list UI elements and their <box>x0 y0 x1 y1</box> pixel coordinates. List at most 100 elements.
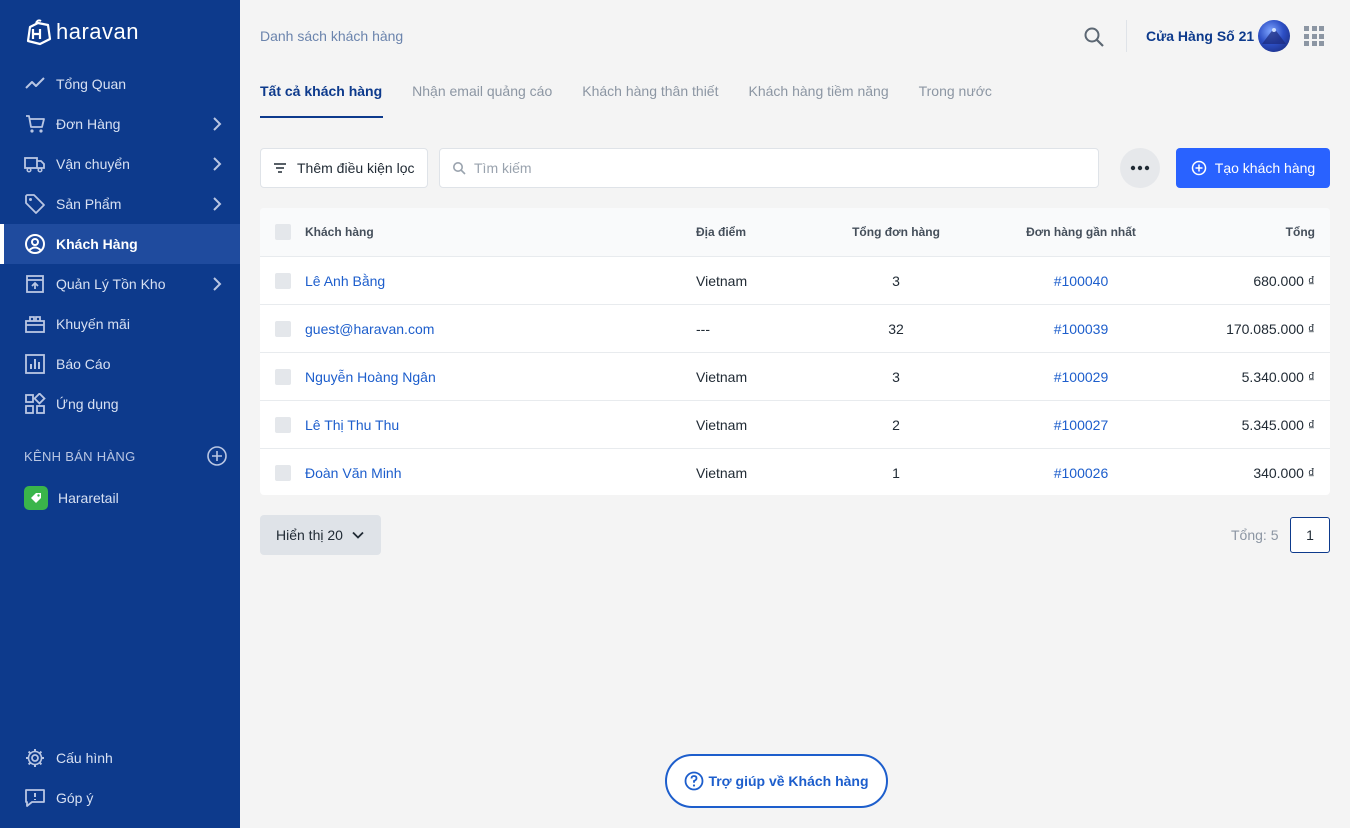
customer-help-button[interactable]: Trợ giúp về Khách hàng <box>665 754 888 808</box>
customer-name-link[interactable]: Lê Thị Thu Thu <box>305 401 399 449</box>
sidebar-item-label: Tổng Quan <box>56 76 127 92</box>
sidebar-item-customers[interactable]: Khách Hàng <box>0 224 240 264</box>
customer-location: Vietnam <box>696 369 748 385</box>
tab-all-customers[interactable]: Tất cả khách hàng <box>260 80 384 118</box>
tab-domestic[interactable]: Trong nước <box>919 80 992 118</box>
user-circle-icon <box>24 233 46 255</box>
row-checkbox[interactable] <box>275 369 291 385</box>
page-size-select[interactable]: Hiển thị 20 <box>260 515 381 555</box>
search-icon <box>453 162 466 175</box>
customer-location: Vietnam <box>696 273 748 289</box>
customer-name-link[interactable]: guest@haravan.com <box>305 305 434 353</box>
customer-name-link[interactable]: Nguyễn Hoàng Ngân <box>305 353 436 401</box>
sidebar-item-products[interactable]: Sản Phẩm <box>0 184 240 224</box>
search-icon[interactable] <box>1082 25 1106 49</box>
page-title: Danh sách khách hàng <box>260 28 404 44</box>
customer-name-link[interactable]: Lê Anh Bằng <box>305 257 385 305</box>
select-all-checkbox[interactable] <box>275 224 291 240</box>
report-icon <box>24 353 46 375</box>
column-header-order-count[interactable]: Tổng đơn hàng <box>820 208 972 256</box>
haravan-logo-icon <box>26 19 52 46</box>
brand-name: haravan <box>56 19 140 44</box>
avatar[interactable] <box>1258 20 1290 52</box>
feedback-icon <box>24 787 46 809</box>
sidebar-item-apps[interactable]: Ứng dụng <box>0 384 240 424</box>
table-row[interactable]: Lê Anh Bằng Vietnam 3 #100040 680.000 ₫ <box>260 256 1330 304</box>
gear-icon <box>24 747 46 769</box>
customer-location: Vietnam <box>696 465 748 481</box>
sidebar-item-label: Góp ý <box>56 790 94 806</box>
sidebar-item-label: Khách Hàng <box>56 236 138 252</box>
customer-name-link[interactable]: Đoàn Văn Minh <box>305 449 402 495</box>
last-order-link[interactable]: #100027 <box>1010 401 1152 449</box>
last-order-link[interactable]: #100039 <box>1010 305 1152 353</box>
more-actions-button[interactable] <box>1120 148 1160 188</box>
inventory-box-icon <box>24 273 46 295</box>
sidebar-item-overview[interactable]: Tổng Quan <box>0 64 240 104</box>
customer-total: 5.340.000 ₫ <box>1241 369 1315 385</box>
chevron-down-icon <box>352 531 364 539</box>
column-header-total[interactable]: Tổng <box>1286 208 1315 256</box>
channel-item-hararetail[interactable]: Hararetail <box>24 486 119 510</box>
table-row[interactable]: guest@haravan.com --- 32 #100039 170.085… <box>260 304 1330 352</box>
column-header-location[interactable]: Địa điểm <box>696 208 746 256</box>
customer-order-count: 3 <box>892 369 900 385</box>
add-channel-icon[interactable] <box>206 445 228 467</box>
sidebar-item-label: Ứng dụng <box>56 396 119 412</box>
search-input[interactable] <box>474 160 1074 176</box>
column-header-customer[interactable]: Khách hàng <box>305 208 374 256</box>
haravan-logo[interactable]: haravan <box>24 16 139 48</box>
sidebar-item-inventory[interactable]: Quản Lý Tồn Kho <box>0 264 240 304</box>
sidebar-item-orders[interactable]: Đơn Hàng <box>0 104 240 144</box>
last-order-link[interactable]: #100040 <box>1010 257 1152 305</box>
column-header-last-order[interactable]: Đơn hàng gần nhất <box>1010 208 1152 256</box>
last-order-link[interactable]: #100029 <box>1010 353 1152 401</box>
page-button-current[interactable]: 1 <box>1290 517 1330 553</box>
app-launcher-icon[interactable] <box>1304 26 1324 46</box>
sidebar-item-label: Khuyến mãi <box>56 316 130 332</box>
page-size-label: Hiển thị 20 <box>276 527 343 543</box>
tab-loyal-customers[interactable]: Khách hàng thân thiết <box>582 80 718 118</box>
customer-total: 340.000 ₫ <box>1253 465 1315 481</box>
sidebar-item-shipping[interactable]: Vận chuyển <box>0 144 240 184</box>
sidebar-item-settings[interactable]: Cấu hình <box>0 738 240 778</box>
customer-order-count: 1 <box>892 465 900 481</box>
create-customer-button[interactable]: Tạo khách hàng <box>1176 148 1330 188</box>
sidebar-item-promotions[interactable]: Khuyến mãi <box>0 304 240 344</box>
customer-table: Khách hàng Địa điểm Tổng đơn hàng Đơn hà… <box>260 208 1330 495</box>
row-checkbox[interactable] <box>275 417 291 433</box>
customer-location: Vietnam <box>696 417 748 433</box>
sidebar-bottom-nav: Cấu hình Góp ý <box>0 738 240 818</box>
table-row[interactable]: Nguyễn Hoàng Ngân Vietnam 3 #100029 5.34… <box>260 352 1330 400</box>
sidebar-item-reports[interactable]: Báo Cáo <box>0 344 240 384</box>
table-header: Khách hàng Địa điểm Tổng đơn hàng Đơn hà… <box>260 208 1330 256</box>
tab-email-subscribers[interactable]: Nhận email quảng cáo <box>412 80 552 118</box>
add-filter-button[interactable]: Thêm điều kiện lọc <box>260 148 428 188</box>
cart-icon <box>24 113 46 135</box>
customer-order-count: 32 <box>888 321 904 337</box>
last-order-link[interactable]: #100026 <box>1010 449 1152 495</box>
table-row[interactable]: Đoàn Văn Minh Vietnam 1 #100026 340.000 … <box>260 448 1330 495</box>
tab-potential-customers[interactable]: Khách hàng tiềm năng <box>749 80 889 118</box>
row-checkbox[interactable] <box>275 465 291 481</box>
chevron-right-icon <box>213 277 222 291</box>
chart-line-icon <box>24 73 46 95</box>
add-filter-label: Thêm điều kiện lọc <box>297 160 415 176</box>
row-checkbox[interactable] <box>275 273 291 289</box>
sidebar-item-feedback[interactable]: Góp ý <box>0 778 240 818</box>
tag-icon <box>24 193 46 215</box>
apps-grid-icon <box>24 393 46 415</box>
sidebar: haravan Tổng Quan Đơn Hàng Vận chuyển Sả… <box>0 0 240 828</box>
sales-channels-title: KÊNH BÁN HÀNG <box>24 448 136 464</box>
promotion-icon <box>24 313 46 335</box>
truck-icon <box>24 153 46 175</box>
more-horizontal-icon <box>1130 165 1150 171</box>
sidebar-nav: Tổng Quan Đơn Hàng Vận chuyển Sản Phẩm K… <box>0 64 240 424</box>
sidebar-item-label: Vận chuyển <box>56 156 130 172</box>
hararetail-icon <box>24 486 48 510</box>
store-name[interactable]: Cửa Hàng Số 21 <box>1146 28 1254 44</box>
row-checkbox[interactable] <box>275 321 291 337</box>
help-circle-icon <box>685 771 704 791</box>
table-row[interactable]: Lê Thị Thu Thu Vietnam 2 #100027 5.345.0… <box>260 400 1330 448</box>
customer-help-label: Trợ giúp về Khách hàng <box>708 773 869 789</box>
